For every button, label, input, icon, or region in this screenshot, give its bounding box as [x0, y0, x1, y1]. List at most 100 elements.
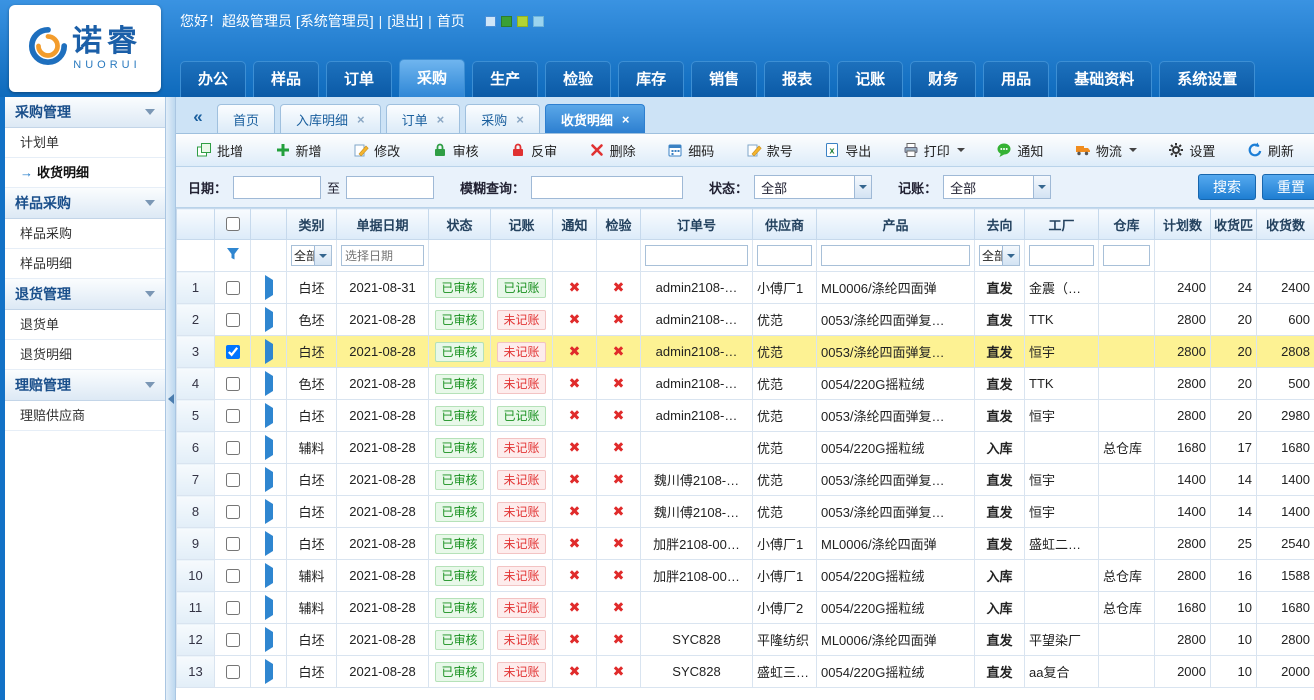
close-icon[interactable]: ×: [357, 112, 365, 127]
toolbar-button-新增[interactable]: 新增: [275, 137, 322, 163]
logout-link[interactable]: [退出]: [387, 11, 423, 31]
toolbar-button-修改[interactable]: 修改: [353, 137, 400, 163]
table-row[interactable]: 13白坯2021-08-28已审核未记账✖✖SYC828盛虹三…0054/220…: [177, 656, 1314, 688]
toolbar-button-细码[interactable]: 细码: [667, 137, 714, 163]
row-checkbox[interactable]: [226, 633, 240, 647]
toolbar-button-批增[interactable]: 批增: [196, 137, 243, 163]
table-row[interactable]: 9白坯2021-08-28已审核未记账✖✖加胖2108-00…小傅厂1ML000…: [177, 528, 1314, 560]
sidebar-item-样品采购[interactable]: 样品采购: [5, 219, 165, 249]
status-select[interactable]: 全部: [754, 175, 872, 199]
table-row[interactable]: 8白坯2021-08-28已审核未记账✖✖魏川傅2108-…优范0053/涤纶四…: [177, 496, 1314, 528]
column-header-通知[interactable]: 通知: [553, 209, 597, 240]
reset-button[interactable]: 重置: [1262, 174, 1314, 200]
warehouse-filter-input[interactable]: [1103, 245, 1150, 266]
toolbar-button-设置[interactable]: 设置: [1168, 137, 1215, 163]
column-header-类别[interactable]: 类别: [287, 209, 337, 240]
expand-arrow-icon[interactable]: [265, 627, 273, 652]
expand-arrow-icon[interactable]: [265, 531, 273, 556]
column-header-单据日期[interactable]: 单据日期: [337, 209, 429, 240]
row-checkbox[interactable]: [226, 505, 240, 519]
column-header-工厂[interactable]: 工厂: [1025, 209, 1099, 240]
nav-tab-基础资料[interactable]: 基础资料: [1056, 61, 1152, 97]
column-header-供应商[interactable]: 供应商: [753, 209, 817, 240]
column-header-收货数[interactable]: 收货数: [1257, 209, 1314, 240]
row-checkbox[interactable]: [226, 313, 240, 327]
column-header-订单号[interactable]: 订单号: [641, 209, 753, 240]
row-checkbox[interactable]: [226, 281, 240, 295]
table-row[interactable]: 10辅料2021-08-28已审核未记账✖✖加胖2108-00…小傅厂10054…: [177, 560, 1314, 592]
date-from-input[interactable]: [233, 176, 321, 199]
close-icon[interactable]: ×: [516, 112, 524, 127]
document-tab-入库明细[interactable]: 入库明细×: [280, 104, 381, 133]
sidebar-section-header[interactable]: 退货管理: [5, 279, 165, 310]
document-tab-订单[interactable]: 订单×: [386, 104, 461, 133]
row-checkbox[interactable]: [226, 441, 240, 455]
nav-tab-生产[interactable]: 生产: [472, 61, 538, 97]
table-row[interactable]: 5白坯2021-08-28已审核已记账✖✖admin2108-…优范0053/涤…: [177, 400, 1314, 432]
factory-filter-input[interactable]: [1029, 245, 1094, 266]
close-icon[interactable]: ×: [622, 112, 630, 127]
close-icon[interactable]: ×: [437, 112, 445, 127]
table-row[interactable]: 2色坯2021-08-28已审核未记账✖✖admin2108-…优范0053/涤…: [177, 304, 1314, 336]
table-row[interactable]: 11辅料2021-08-28已审核未记账✖✖小傅厂20054/220G摇粒绒入库…: [177, 592, 1314, 624]
product-filter-input[interactable]: [821, 245, 970, 266]
column-header-记账[interactable]: 记账: [491, 209, 553, 240]
home-link[interactable]: 首页: [437, 11, 465, 31]
sidebar-section-header[interactable]: 样品采购: [5, 188, 165, 219]
toolbar-button-物流[interactable]: 物流: [1075, 137, 1137, 163]
table-row[interactable]: 6辅料2021-08-28已审核未记账✖✖优范0054/220G摇粒绒入库总仓库…: [177, 432, 1314, 464]
table-row[interactable]: 4色坯2021-08-28已审核未记账✖✖admin2108-…优范0054/2…: [177, 368, 1314, 400]
row-checkbox[interactable]: [226, 409, 240, 423]
sidebar-item-样品明细[interactable]: 样品明细: [5, 249, 165, 279]
nav-tab-用品[interactable]: 用品: [983, 61, 1049, 97]
toolbar-button-通知[interactable]: 通知: [996, 137, 1043, 163]
nav-tab-采购[interactable]: 采购: [399, 59, 465, 97]
category-filter-select[interactable]: 全部: [291, 245, 332, 266]
table-row[interactable]: 7白坯2021-08-28已审核未记账✖✖魏川傅2108-…优范0053/涤纶四…: [177, 464, 1314, 496]
account-select[interactable]: 全部: [943, 175, 1051, 199]
expand-arrow-icon[interactable]: [265, 563, 273, 588]
expand-arrow-icon[interactable]: [265, 467, 273, 492]
nav-tab-订单[interactable]: 订单: [326, 61, 392, 97]
supplier-filter-input[interactable]: [757, 245, 812, 266]
date-filter-input[interactable]: [341, 245, 424, 266]
row-checkbox[interactable]: [226, 345, 240, 359]
toolbar-button-刷新[interactable]: 刷新: [1247, 137, 1294, 163]
expand-arrow-icon[interactable]: [265, 403, 273, 428]
sidebar-section-header[interactable]: 理赔管理: [5, 370, 165, 401]
nav-tab-报表[interactable]: 报表: [764, 61, 830, 97]
row-checkbox[interactable]: [226, 473, 240, 487]
select-all-checkbox[interactable]: [226, 217, 240, 231]
expand-arrow-icon[interactable]: [265, 659, 273, 684]
date-to-input[interactable]: [346, 176, 434, 199]
expand-arrow-icon[interactable]: [265, 435, 273, 460]
toolbar-button-删除[interactable]: 删除: [589, 137, 636, 163]
column-header-计划数[interactable]: 计划数: [1155, 209, 1211, 240]
nav-tab-办公[interactable]: 办公: [180, 61, 246, 97]
expand-arrow-icon[interactable]: [265, 307, 273, 332]
sidebar-item-理赔供应商[interactable]: 理赔供应商: [5, 401, 165, 431]
toolbar-button-款号[interactable]: 款号: [746, 137, 793, 163]
expand-arrow-icon[interactable]: [265, 371, 273, 396]
destination-filter-select[interactable]: 全部: [979, 245, 1020, 266]
column-header-状态[interactable]: 状态: [429, 209, 491, 240]
search-button[interactable]: 搜索: [1198, 174, 1256, 200]
row-checkbox[interactable]: [226, 569, 240, 583]
table-row[interactable]: 3白坯2021-08-28已审核未记账✖✖admin2108-…优范0053/涤…: [177, 336, 1314, 368]
document-tab-首页[interactable]: 首页: [217, 104, 275, 133]
theme-lightblue-icon[interactable]: [533, 16, 544, 27]
expand-arrow-icon[interactable]: [265, 275, 273, 300]
column-header-收货匹[interactable]: 收货匹: [1211, 209, 1257, 240]
toolbar-button-打印[interactable]: 打印: [903, 137, 965, 163]
nav-tab-财务[interactable]: 财务: [910, 61, 976, 97]
expand-arrow-icon[interactable]: [265, 339, 273, 364]
sidebar-item-退货明细[interactable]: 退货明细: [5, 340, 165, 370]
theme-green-icon[interactable]: [501, 16, 512, 27]
nav-tab-系统设置[interactable]: 系统设置: [1159, 61, 1255, 97]
expand-arrow-icon[interactable]: [265, 595, 273, 620]
sidebar-item-计划单[interactable]: 计划单: [5, 128, 165, 158]
sidebar-section-header[interactable]: 采购管理: [5, 97, 165, 128]
table-row[interactable]: 1白坯2021-08-31已审核已记账✖✖admin2108-…小傅厂1ML00…: [177, 272, 1314, 304]
row-checkbox[interactable]: [226, 601, 240, 615]
nav-tab-检验[interactable]: 检验: [545, 61, 611, 97]
